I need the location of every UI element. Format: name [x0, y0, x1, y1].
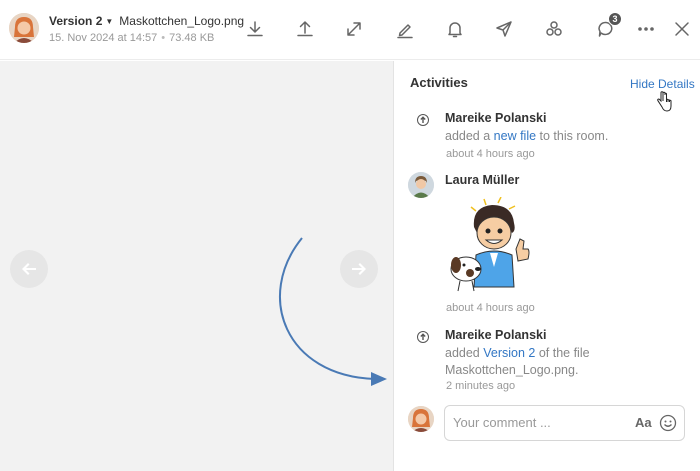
emoji-icon[interactable]	[659, 414, 677, 432]
comments-icon[interactable]: 3	[594, 12, 622, 41]
edit-icon[interactable]	[393, 17, 417, 41]
close-icon[interactable]	[670, 17, 694, 41]
more-icon[interactable]	[634, 17, 658, 41]
upload-activity-icon	[417, 114, 429, 126]
activity-time: 2 minutes ago	[446, 380, 516, 392]
activity-author: Mareike Polanski	[445, 111, 547, 125]
viewer-header: Version 2 ▼ Maskottchen_Logo.png 15. Nov 2…	[0, 0, 700, 60]
activity-author: Mareike Polanski	[445, 328, 547, 342]
bell-icon[interactable]	[443, 17, 467, 41]
previous-button[interactable]	[10, 250, 48, 288]
activities-title: Activities	[410, 75, 468, 90]
user-avatar[interactable]	[408, 172, 434, 198]
current-user-avatar	[408, 406, 434, 432]
hand-cursor-icon	[657, 91, 672, 112]
chevron-down-icon[interactable]: ▼	[105, 17, 113, 26]
activity-time: about 4 hours ago	[446, 148, 535, 160]
hide-details-link[interactable]: Hide Details	[630, 77, 695, 91]
expand-icon[interactable]	[342, 17, 366, 41]
comment-input[interactable]	[453, 415, 623, 430]
file-preview-area	[0, 61, 393, 471]
upload-activity-icon	[417, 331, 429, 343]
activity-author: Laura Müller	[445, 173, 520, 187]
comments-count-badge: 3	[608, 12, 622, 26]
download-icon[interactable]	[243, 17, 267, 41]
share-icon[interactable]	[542, 17, 566, 41]
mascot-sticker-image[interactable]	[446, 197, 546, 293]
upload-icon[interactable]	[293, 17, 317, 41]
activity-text: added Version 2 of the file	[445, 346, 590, 360]
version-selector[interactable]: Version 2	[49, 14, 102, 28]
arrow-left-icon	[22, 263, 36, 275]
send-icon[interactable]	[492, 17, 516, 41]
separator-dot: •	[161, 32, 166, 44]
new-file-link[interactable]: new file	[494, 129, 536, 143]
user-avatar[interactable]	[9, 13, 39, 43]
activity-text-line2: Maskottchen_Logo.png.	[445, 363, 579, 377]
file-size: 73.48 KB	[169, 32, 215, 44]
text-format-button[interactable]: Aa	[635, 415, 652, 430]
activity-time: about 4 hours ago	[446, 302, 535, 314]
activity-text: added a new file to this room.	[445, 129, 609, 143]
file-name: Maskottchen_Logo.png	[119, 14, 245, 28]
version-2-link[interactable]: Version 2	[483, 346, 535, 360]
file-date: 15. Nov 2024 at 14:57	[49, 32, 158, 44]
annotation-arrow	[278, 237, 387, 386]
comment-box: Aa	[444, 405, 685, 441]
activities-sidebar: Activities Hide Details Mareike Polanski…	[393, 61, 700, 471]
